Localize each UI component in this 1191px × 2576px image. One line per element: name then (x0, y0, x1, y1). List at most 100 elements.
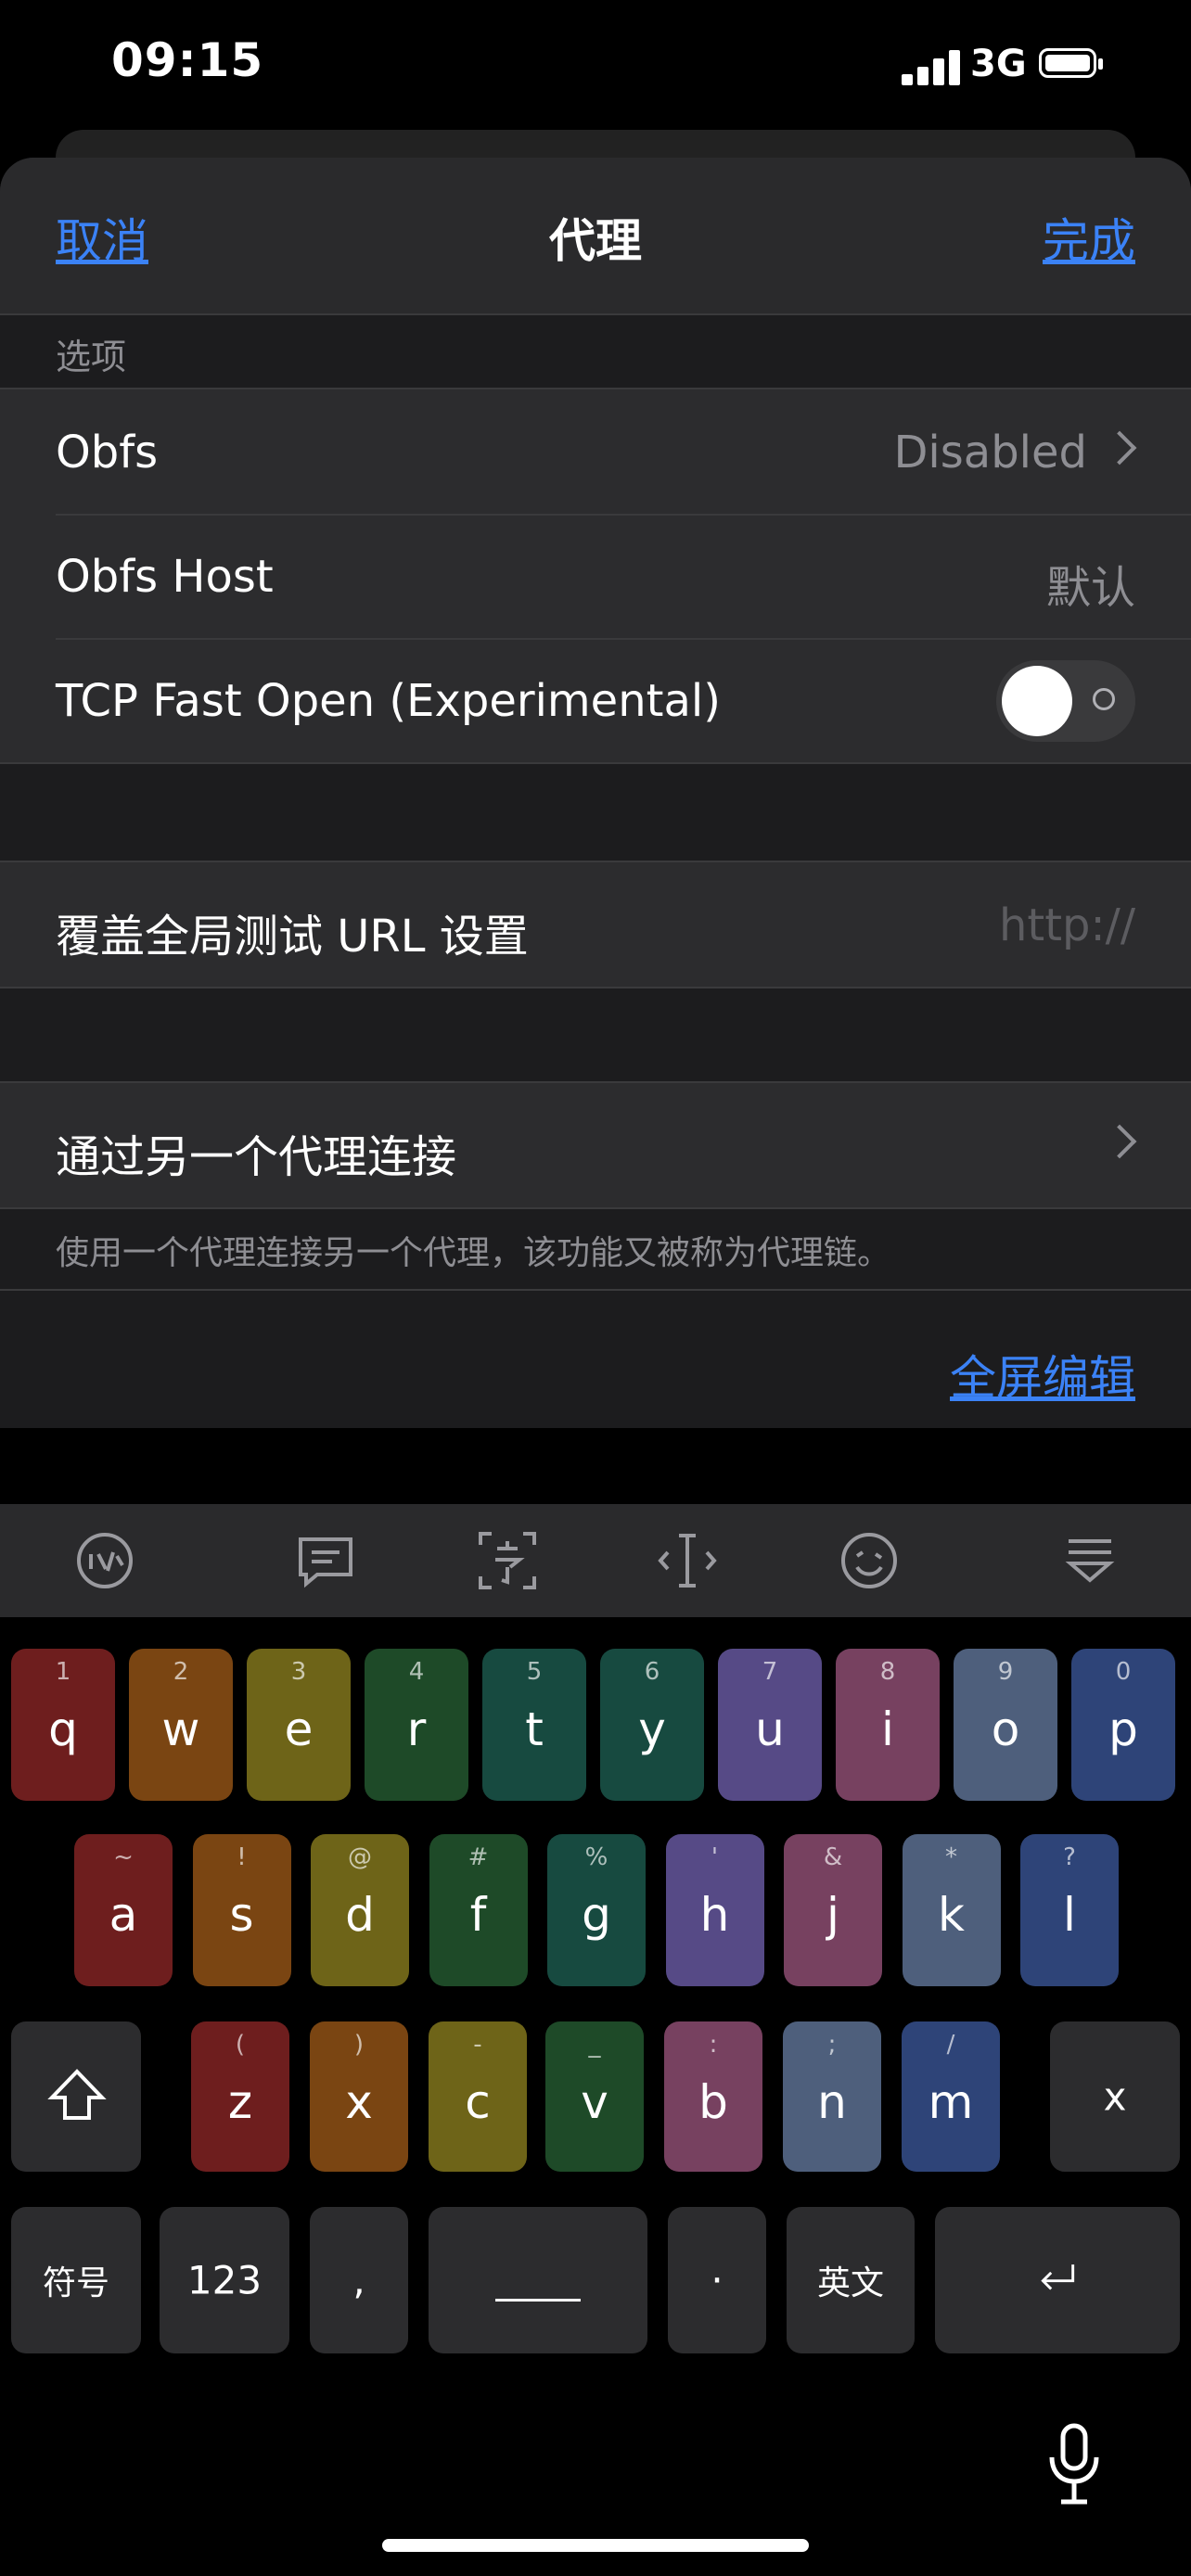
language-key-label: 英文 (816, 2264, 884, 2302)
hide-keyboard-icon[interactable] (1057, 1528, 1122, 1593)
obfs-row[interactable]: Obfs Disabled (0, 389, 1191, 514)
key-e[interactable]: 3e (247, 1649, 351, 1801)
key-hint: # (467, 1843, 489, 1871)
toggle-knob (1002, 666, 1072, 736)
key-s[interactable]: ! s (192, 1834, 291, 1986)
ime-logo-icon[interactable] (72, 1528, 137, 1593)
tcp-fast-open-toggle[interactable] (996, 660, 1135, 742)
key-h[interactable]: ' h (665, 1834, 764, 1986)
delete-key[interactable]: x (1050, 2021, 1180, 2172)
key-w[interactable]: 2w (129, 1649, 233, 1801)
key-label: s (229, 1888, 254, 1942)
shift-key[interactable] (11, 2021, 141, 2172)
delete-key-label: x (1103, 2073, 1127, 2120)
nav-bar: 取消 代理 完成 (0, 158, 1191, 315)
key-hint: 8 (879, 1658, 896, 1686)
fullscreen-edit-link[interactable]: 全屏编辑 (950, 1341, 1135, 1408)
language-key[interactable]: 英文 (787, 2207, 915, 2353)
key-l[interactable]: ? l (1020, 1834, 1119, 1986)
divider (0, 1289, 1191, 1291)
key-n[interactable]: ; n (783, 2021, 881, 2172)
test-url-input[interactable]: http:// (999, 899, 1135, 951)
key-i[interactable]: 8i (836, 1649, 940, 1801)
return-key[interactable] (935, 2207, 1180, 2353)
key-b[interactable]: :b (664, 2021, 762, 2172)
key-t[interactable]: 5t (482, 1649, 586, 1801)
network-type: 3G (970, 43, 1027, 85)
signal-icon (902, 48, 961, 85)
symbols-key[interactable]: 符号 (11, 2207, 141, 2353)
numbers-key[interactable]: 123 (160, 2207, 289, 2353)
proxy-chain-label: 通过另一个代理连接 (56, 1131, 457, 1183)
test-url-row[interactable]: 覆盖全局测试 URL 设置 http:// (0, 862, 1191, 987)
obfs-host-input[interactable]: 默认 (1046, 551, 1135, 616)
scan-text-icon[interactable] (475, 1528, 540, 1593)
proxy-chain-footer: 使用一个代理连接另一个代理，该功能又被称为代理链。 (56, 1234, 891, 1272)
chevron-right-icon (1102, 1124, 1137, 1159)
key-label: p (1108, 1702, 1138, 1756)
keyboard-toolbar (0, 1504, 1191, 1617)
space-bar-icon (495, 2299, 581, 2302)
cursor-icon[interactable] (655, 1528, 720, 1593)
key-g[interactable]: % g (547, 1834, 646, 1986)
key-f[interactable]: # f (429, 1834, 528, 1986)
key-p[interactable]: 0p (1071, 1649, 1175, 1801)
key-hint: 3 (290, 1658, 307, 1686)
key-d[interactable]: @ d (311, 1834, 409, 1986)
key-hint: 7 (762, 1658, 778, 1686)
microphone-icon[interactable] (1046, 2422, 1102, 2506)
key-hint: & (823, 1843, 843, 1871)
numbers-key-label: 123 (186, 2257, 263, 2303)
obfs-host-row[interactable]: Obfs Host 默认 (0, 514, 1191, 638)
key-k[interactable]: * k (902, 1834, 1001, 1986)
key-label: x (345, 2075, 373, 2129)
key-label: t (525, 1702, 544, 1756)
key-hint: - (473, 2031, 482, 2059)
key-hint: 1 (55, 1658, 71, 1686)
key-hint: 5 (526, 1658, 543, 1686)
comma-key[interactable]: , (310, 2207, 408, 2353)
space-key[interactable] (429, 2207, 647, 2353)
key-label: u (755, 1702, 785, 1756)
key-label: i (881, 1702, 894, 1756)
proxy-sheet: 取消 代理 完成 选项 Obfs Disabled Obfs Host 默认 T… (0, 158, 1191, 1428)
key-x[interactable]: ) x (310, 2021, 408, 2172)
key-c[interactable]: -c (429, 2021, 527, 2172)
proxy-chain-group: 通过另一个代理连接 (0, 1081, 1191, 1209)
key-label: o (991, 1702, 1020, 1756)
key-hint: * (945, 1843, 957, 1871)
period-key-label: · (711, 2257, 724, 2303)
key-r[interactable]: 4r (365, 1649, 468, 1801)
key-hint: 9 (997, 1658, 1014, 1686)
key-hint: _ (588, 2031, 601, 2059)
key-label: f (469, 1888, 487, 1942)
section-header-options: 选项 (56, 337, 127, 377)
comma-key-label: , (352, 2257, 365, 2303)
proxy-chain-row[interactable]: 通过另一个代理连接 (0, 1083, 1191, 1207)
key-a[interactable]: ~ a (74, 1834, 173, 1986)
key-m[interactable]: / m (902, 2021, 1000, 2172)
key-u[interactable]: 7u (718, 1649, 822, 1801)
test-url-group: 覆盖全局测试 URL 设置 http:// (0, 861, 1191, 988)
key-label: m (928, 2075, 974, 2129)
emoji-icon[interactable] (837, 1528, 902, 1593)
status-time: 09:15 (111, 33, 264, 87)
page-title: 代理 (549, 214, 642, 268)
key-label: d (345, 1888, 375, 1942)
key-label: y (638, 1702, 666, 1756)
shift-icon (47, 2069, 107, 2120)
chat-icon[interactable] (293, 1528, 358, 1593)
key-z[interactable]: (z (191, 2021, 289, 2172)
done-button[interactable]: 完成 (1043, 204, 1135, 271)
key-v[interactable]: _ v (545, 2021, 644, 2172)
home-indicator[interactable] (382, 2539, 809, 2552)
period-key[interactable]: · (668, 2207, 766, 2353)
key-label: a (109, 1888, 138, 1942)
key-o[interactable]: 9o (954, 1649, 1057, 1801)
key-y[interactable]: 6y (600, 1649, 704, 1801)
key-q[interactable]: 1q (11, 1649, 115, 1801)
obfs-host-label: Obfs Host (56, 551, 274, 603)
key-label: h (699, 1888, 730, 1942)
key-j[interactable]: & j (784, 1834, 882, 1986)
key-label: g (582, 1888, 611, 1942)
